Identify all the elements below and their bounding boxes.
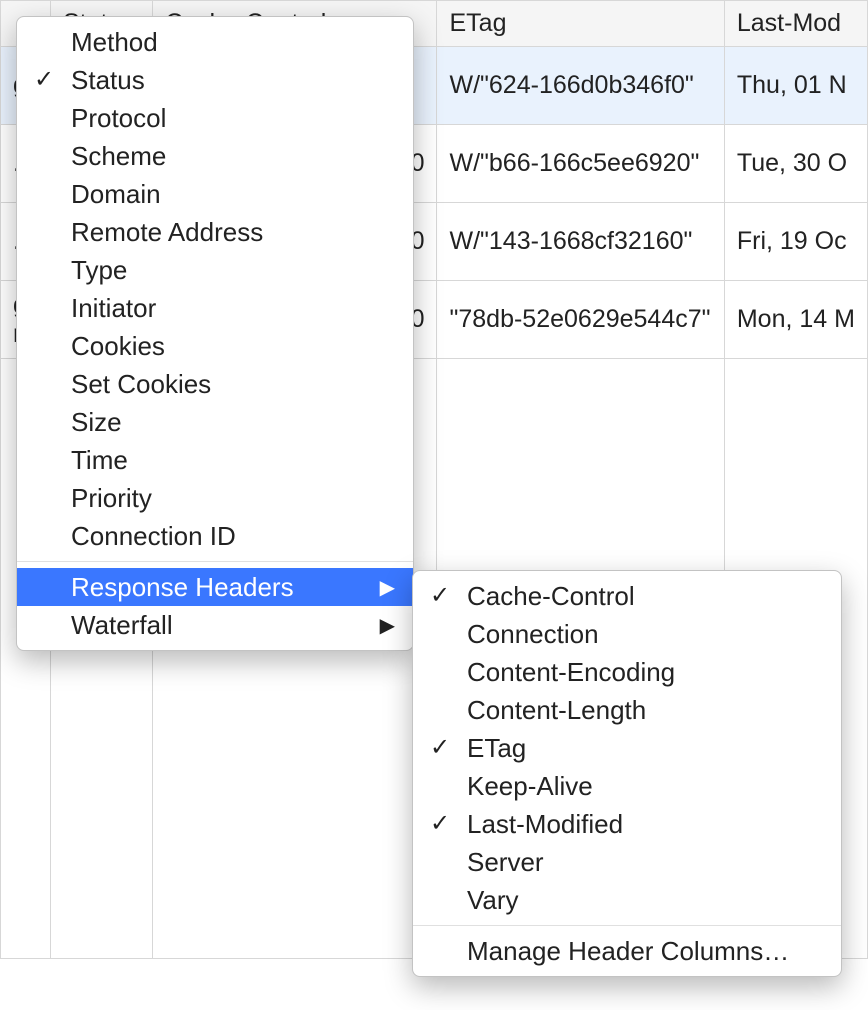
menu-item-label: Content-Encoding xyxy=(467,657,823,688)
menu-item-label: Vary xyxy=(467,885,823,916)
columns-context-menu[interactable]: Method ✓ Status Protocol Scheme Domain R… xyxy=(16,16,414,651)
check-icon: ✓ xyxy=(413,736,467,760)
menu-item-domain[interactable]: Domain xyxy=(17,175,413,213)
submenu-item-keep-alive[interactable]: Keep-Alive xyxy=(413,767,841,805)
submenu-arrow-icon: ▶ xyxy=(380,575,395,600)
menu-separator xyxy=(17,561,413,562)
menu-separator xyxy=(413,925,841,926)
menu-item-time[interactable]: Time xyxy=(17,441,413,479)
check-icon: ✓ xyxy=(413,812,467,836)
menu-item-waterfall[interactable]: Waterfall ▶ xyxy=(17,606,413,644)
menu-item-set-cookies[interactable]: Set Cookies xyxy=(17,365,413,403)
cell-lastmod: Thu, 01 N xyxy=(724,47,867,125)
menu-item-initiator[interactable]: Initiator xyxy=(17,289,413,327)
menu-item-remote-address[interactable]: Remote Address xyxy=(17,213,413,251)
cell-etag: W/"143-1668cf32160" xyxy=(437,203,724,281)
submenu-item-content-length[interactable]: Content-Length xyxy=(413,691,841,729)
menu-item-label: Scheme xyxy=(71,141,395,172)
menu-item-protocol[interactable]: Protocol xyxy=(17,99,413,137)
menu-item-label: Keep-Alive xyxy=(467,771,823,802)
menu-item-status[interactable]: ✓ Status xyxy=(17,61,413,99)
menu-item-label: Domain xyxy=(71,179,395,210)
submenu-item-connection[interactable]: Connection xyxy=(413,615,841,653)
menu-item-label: Server xyxy=(467,847,823,878)
menu-item-label: Priority xyxy=(71,483,395,514)
menu-item-label: Last-Modified xyxy=(467,809,823,840)
submenu-item-vary[interactable]: Vary xyxy=(413,881,841,919)
menu-item-label: Set Cookies xyxy=(71,369,395,400)
menu-item-type[interactable]: Type xyxy=(17,251,413,289)
col-header-etag[interactable]: ETag xyxy=(437,1,724,47)
menu-item-label: Response Headers xyxy=(71,572,356,603)
cell-lastmod: Fri, 19 Oc xyxy=(724,203,867,281)
cell-lastmod: Tue, 30 O xyxy=(724,125,867,203)
menu-item-scheme[interactable]: Scheme xyxy=(17,137,413,175)
submenu-item-etag[interactable]: ✓ ETag xyxy=(413,729,841,767)
menu-item-connection-id[interactable]: Connection ID xyxy=(17,517,413,555)
menu-item-label: Connection ID xyxy=(71,521,395,552)
menu-item-label: Initiator xyxy=(71,293,395,324)
menu-item-label: Cookies xyxy=(71,331,395,362)
check-icon: ✓ xyxy=(413,584,467,608)
menu-item-label: Type xyxy=(71,255,395,286)
cell-lastmod: Mon, 14 M xyxy=(724,281,867,359)
submenu-item-cache-control[interactable]: ✓ Cache-Control xyxy=(413,577,841,615)
menu-item-label: Connection xyxy=(467,619,823,650)
menu-item-label: Status xyxy=(71,65,395,96)
submenu-item-server[interactable]: Server xyxy=(413,843,841,881)
menu-item-size[interactable]: Size xyxy=(17,403,413,441)
submenu-item-manage-header-columns[interactable]: Manage Header Columns… xyxy=(413,932,841,970)
menu-item-label: Content-Length xyxy=(467,695,823,726)
submenu-item-content-encoding[interactable]: Content-Encoding xyxy=(413,653,841,691)
col-header-lastmod[interactable]: Last-Mod xyxy=(724,1,867,47)
menu-item-label: Protocol xyxy=(71,103,395,134)
menu-item-label: ETag xyxy=(467,733,823,764)
cell-etag: W/"624-166d0b346f0" xyxy=(437,47,724,125)
menu-item-cookies[interactable]: Cookies xyxy=(17,327,413,365)
menu-item-label: Remote Address xyxy=(71,217,395,248)
menu-item-label: Size xyxy=(71,407,395,438)
menu-item-label: Waterfall xyxy=(71,610,356,641)
menu-item-method[interactable]: Method xyxy=(17,23,413,61)
submenu-arrow-icon: ▶ xyxy=(380,613,395,638)
response-headers-submenu[interactable]: ✓ Cache-Control Connection Content-Encod… xyxy=(412,570,842,977)
menu-item-label: Method xyxy=(71,27,395,58)
menu-item-priority[interactable]: Priority xyxy=(17,479,413,517)
submenu-item-last-modified[interactable]: ✓ Last-Modified xyxy=(413,805,841,843)
menu-item-response-headers[interactable]: Response Headers ▶ xyxy=(17,568,413,606)
cell-etag: "78db-52e0629e544c7" xyxy=(437,281,724,359)
cell-etag: W/"b66-166c5ee6920" xyxy=(437,125,724,203)
menu-item-label: Cache-Control xyxy=(467,581,823,612)
menu-item-label: Manage Header Columns… xyxy=(467,936,823,967)
menu-item-label: Time xyxy=(71,445,395,476)
check-icon: ✓ xyxy=(17,68,71,92)
